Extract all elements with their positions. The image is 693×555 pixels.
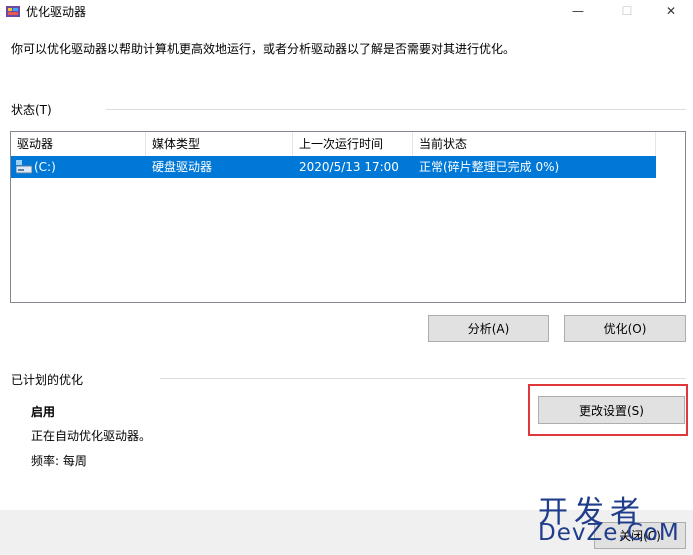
drive-row-c[interactable]: (C:) 硬盘驱动器 2020/5/13 17:00 正常(碎片整理已完成 0%… bbox=[11, 156, 656, 178]
column-header-current-status[interactable]: 当前状态 bbox=[413, 132, 656, 156]
intro-text: 你可以优化驱动器以帮助计算机更高效地运行，或者分析驱动器以了解是否需要对其进行优… bbox=[11, 42, 516, 56]
schedule-frequency: 频率: 每周 bbox=[31, 454, 87, 468]
maximize-button: ☐ bbox=[621, 4, 633, 18]
title-bar: 优化驱动器 — ☐ ✕ bbox=[0, 0, 693, 22]
drive-status: 正常(碎片整理已完成 0%) bbox=[419, 160, 560, 174]
defrag-app-icon bbox=[6, 6, 20, 17]
schedule-state: 启用 bbox=[31, 405, 56, 419]
drive-list-header: 驱动器 媒体类型 上一次运行时间 当前状态 bbox=[11, 132, 656, 156]
scheduled-section-label: 已计划的优化 bbox=[11, 373, 84, 387]
status-section-label: 状态(T) bbox=[11, 103, 52, 117]
drive-last-run: 2020/5/13 17:00 bbox=[299, 160, 399, 174]
column-header-media-type[interactable]: 媒体类型 bbox=[146, 132, 293, 156]
optimize-button[interactable]: 优化(O) bbox=[564, 315, 686, 342]
window-title: 优化驱动器 bbox=[26, 5, 87, 19]
watermark-line2: DevZe.CoM bbox=[538, 520, 680, 546]
minimize-button[interactable]: — bbox=[555, 0, 601, 22]
column-header-drive[interactable]: 驱动器 bbox=[11, 132, 146, 156]
schedule-description: 正在自动优化驱动器。 bbox=[31, 429, 152, 443]
close-window-button[interactable]: ✕ bbox=[648, 0, 693, 22]
drive-name: (C:) bbox=[34, 160, 56, 174]
column-header-last-run[interactable]: 上一次运行时间 bbox=[293, 132, 413, 156]
scheduled-divider bbox=[160, 378, 686, 379]
analyze-button[interactable]: 分析(A) bbox=[428, 315, 549, 342]
drive-media-type: 硬盘驱动器 bbox=[152, 160, 213, 174]
devze-watermark: 开发者 DevZe.CoM bbox=[538, 487, 688, 553]
drive-list[interactable]: 驱动器 媒体类型 上一次运行时间 当前状态 (C:) 硬盘驱动器 2020/5/… bbox=[10, 131, 686, 303]
status-divider bbox=[106, 109, 686, 110]
annotation-highlight-box bbox=[528, 384, 688, 436]
